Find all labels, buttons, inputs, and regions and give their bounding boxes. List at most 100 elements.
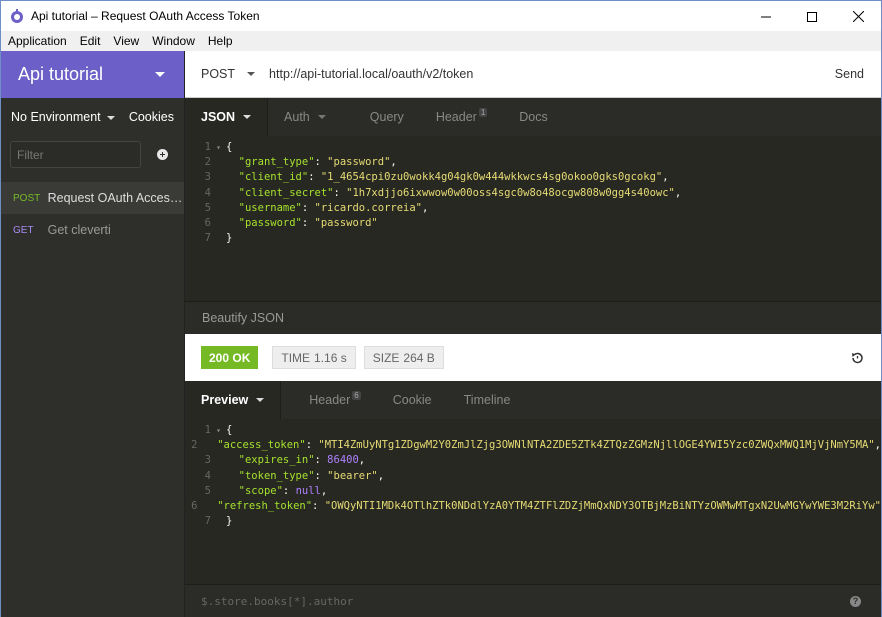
tab-query[interactable]: Query bbox=[354, 98, 420, 136]
code-line: 6 "password": "password" bbox=[185, 216, 881, 231]
title-bar: Api tutorial – Request OAuth Access Toke… bbox=[0, 0, 882, 31]
gutter-space bbox=[211, 186, 226, 201]
code-line: 3 "expires_in": 86400, bbox=[185, 453, 881, 468]
code-line: 2 "grant_type": "password", bbox=[185, 155, 881, 170]
code-text: { bbox=[226, 141, 233, 153]
tab-preview[interactable]: Preview bbox=[185, 380, 282, 419]
chevron-down-icon bbox=[256, 397, 265, 402]
environment-row: No Environment Cookies bbox=[1, 98, 184, 136]
code-text: "client_secret": "1h7xdjjo6ixwwow0w00oss… bbox=[238, 186, 682, 199]
code-text: "password": "password" bbox=[238, 216, 378, 229]
beautify-json-button[interactable]: Beautify JSON bbox=[185, 301, 881, 334]
line-number: 6 bbox=[191, 499, 198, 512]
request-method-badge: GET bbox=[13, 224, 34, 236]
request-method-badge: POST bbox=[13, 192, 41, 204]
time-value: 1.16 s bbox=[314, 350, 347, 365]
tab-cookie[interactable]: Cookie bbox=[377, 381, 448, 419]
url-bar: POST http://api-tutorial.local/oauth/v2/… bbox=[185, 51, 882, 98]
close-button[interactable] bbox=[835, 1, 881, 32]
code-line: 6 "refresh_token": "OWQyNTI1MDk4OTlhZTk0… bbox=[185, 499, 881, 514]
help-icon[interactable]: ? bbox=[850, 595, 861, 607]
menu-window[interactable]: Window bbox=[145, 34, 201, 48]
time-label: TIME bbox=[281, 350, 311, 365]
code-line: 4 "client_secret": "1h7xdjjo6ixwwow0w00o… bbox=[185, 186, 881, 201]
gutter-space bbox=[211, 514, 226, 529]
request-tabs: JSON Auth Query Header 1 Docs bbox=[185, 97, 881, 136]
history-icon[interactable] bbox=[850, 351, 864, 365]
line-number: 3 bbox=[204, 171, 211, 184]
code-text: "refresh_token": "OWQyNTI1MDk4OTlhZTk0ND… bbox=[217, 499, 881, 512]
request-item-get-cleverti[interactable]: GET Get cleverti bbox=[1, 214, 184, 246]
tab-label: Preview bbox=[201, 392, 249, 407]
tab-auth[interactable]: Auth bbox=[268, 98, 342, 136]
gutter-space bbox=[197, 499, 204, 514]
tab-json[interactable]: JSON bbox=[185, 97, 269, 136]
fold-arrow-icon[interactable]: ▾ bbox=[211, 140, 226, 155]
tab-timeline[interactable]: Timeline bbox=[448, 381, 527, 419]
line-number: 7 bbox=[204, 232, 211, 245]
header-count-badge: 6 bbox=[352, 391, 361, 400]
code-line: 7} bbox=[185, 514, 881, 529]
tab-label: Auth bbox=[284, 109, 310, 124]
status-badge: 200 OK bbox=[201, 346, 259, 369]
line-number: 6 bbox=[204, 216, 211, 229]
request-item-oauth[interactable]: POST Request OAuth Access… bbox=[1, 182, 184, 214]
code-line: 4 "token_type": "bearer", bbox=[185, 469, 881, 484]
filter-input[interactable]: Filter bbox=[10, 141, 141, 168]
code-text: { bbox=[226, 424, 233, 436]
line-number: 5 bbox=[204, 201, 211, 214]
code-line: 1 ▾{ bbox=[185, 423, 881, 438]
menu-application[interactable]: Application bbox=[1, 34, 73, 48]
code-text: "username": "ricardo.correia", bbox=[238, 201, 429, 214]
line-number: 1 bbox=[204, 424, 211, 436]
line-number: 1 bbox=[204, 141, 211, 153]
menu-help[interactable]: Help bbox=[201, 34, 239, 48]
method-dropdown[interactable]: POST bbox=[201, 67, 235, 81]
tab-header[interactable]: Header 1 bbox=[420, 98, 503, 136]
code-text: "access_token": "MTI4ZmUyNTg1ZDgwM2Y0ZmJ… bbox=[217, 439, 881, 452]
line-number: 3 bbox=[204, 454, 211, 467]
tab-label: Header bbox=[309, 392, 351, 407]
size-value: 264 B bbox=[403, 350, 435, 365]
url-input[interactable]: http://api-tutorial.local/oauth/v2/token bbox=[269, 67, 473, 81]
add-request-icon[interactable] bbox=[157, 149, 168, 160]
line-number: 4 bbox=[204, 469, 211, 482]
workspace-dropdown[interactable]: Api tutorial bbox=[1, 51, 184, 98]
tab-docs[interactable]: Docs bbox=[503, 98, 563, 136]
tab-response-header[interactable]: Header 6 bbox=[293, 381, 376, 419]
line-number: 2 bbox=[204, 156, 211, 169]
gutter-space bbox=[211, 469, 226, 484]
gutter-space bbox=[211, 453, 226, 468]
maximize-button[interactable] bbox=[789, 1, 835, 32]
tab-label: Query bbox=[369, 109, 404, 124]
tab-label: Header bbox=[435, 109, 477, 124]
tab-label: Docs bbox=[519, 109, 548, 124]
code-text: "expires_in": 86400, bbox=[238, 454, 366, 467]
menu-edit[interactable]: Edit bbox=[73, 34, 107, 48]
code-text: "client_id": "1_4654cpi0zu0wokk4g04gk0w4… bbox=[238, 171, 669, 184]
chevron-down-icon bbox=[155, 72, 165, 77]
menu-view[interactable]: View bbox=[106, 34, 145, 48]
code-text: "grant_type": "password", bbox=[238, 156, 397, 169]
gutter-space bbox=[211, 231, 226, 246]
chevron-down-icon bbox=[243, 114, 252, 119]
minimize-button[interactable] bbox=[743, 1, 789, 32]
header-count-badge: 1 bbox=[478, 108, 488, 117]
response-pane: Preview Header 6 Cookie Timeline 1 ▾{2 "a… bbox=[185, 380, 882, 617]
tab-label: JSON bbox=[201, 109, 236, 124]
response-filter-input[interactable]: $.store.books[*].author bbox=[201, 595, 353, 608]
gutter-space bbox=[211, 170, 226, 185]
fold-arrow-icon[interactable]: ▾ bbox=[211, 423, 226, 438]
send-button[interactable]: Send bbox=[835, 67, 864, 81]
code-line: 5 "username": "ricardo.correia", bbox=[185, 201, 881, 216]
code-text: } bbox=[226, 232, 233, 245]
cookies-button[interactable]: Cookies bbox=[129, 110, 174, 124]
request-body-editor[interactable]: 1 ▾{2 "grant_type": "password", 3 "client_… bbox=[185, 136, 881, 246]
sidebar: Api tutorial No Environment Cookies Filt… bbox=[0, 51, 185, 617]
menu-bar: Application Edit View Window Help bbox=[0, 31, 882, 51]
line-number: 7 bbox=[204, 515, 211, 528]
request-name: Request OAuth Access… bbox=[47, 191, 184, 205]
environment-dropdown[interactable]: No Environment bbox=[11, 110, 101, 124]
response-tabs: Preview Header 6 Cookie Timeline bbox=[185, 380, 881, 419]
workspace-title: Api tutorial bbox=[18, 64, 104, 84]
